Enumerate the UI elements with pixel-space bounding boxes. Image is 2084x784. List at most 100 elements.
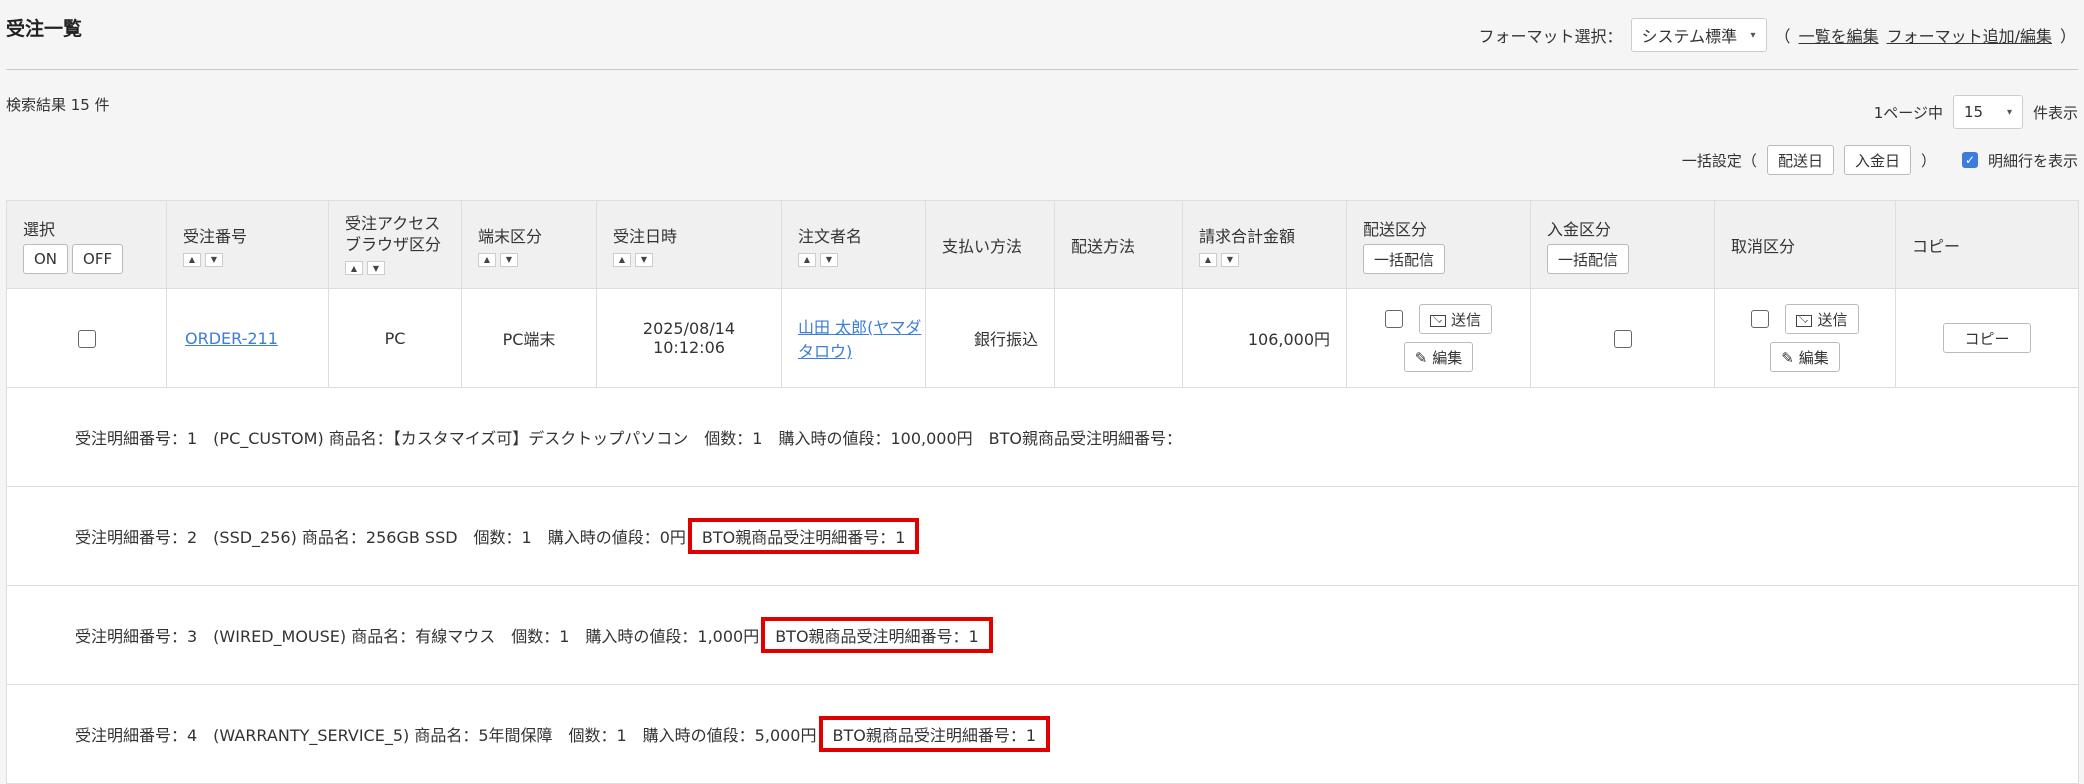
sort-desc-icon[interactable]: ▼: [367, 261, 385, 276]
order-no-cell: ORDER-211: [166, 288, 329, 388]
check-icon: ✓: [1964, 153, 1976, 167]
bulk-pay-date-button[interactable]: 入金日: [1843, 145, 1911, 175]
table-row: ORDER-211 PC PC端末 2025/08/14 10:12:06 山田…: [6, 288, 2079, 388]
ship-bulk-send-button[interactable]: 一括配信: [1363, 243, 1446, 274]
select-off-button[interactable]: OFF: [72, 243, 124, 274]
cancel-status-checkbox[interactable]: [1751, 310, 1770, 328]
pencil-icon: ✎: [1781, 349, 1794, 367]
pay-status-checkbox[interactable]: [1613, 329, 1632, 348]
ship-edit-label: 編集: [1432, 349, 1463, 367]
edit-list-link[interactable]: 一覧を編集: [1799, 23, 1879, 47]
format-label: フォーマット選択：: [1478, 27, 1623, 46]
row-select-checkbox[interactable]: [77, 329, 96, 348]
add-edit-format-link[interactable]: フォーマット追加/編集: [1887, 23, 2052, 47]
bulk-ship-date-button[interactable]: 配送日: [1766, 145, 1834, 175]
order-time: 10:12:06: [653, 338, 725, 357]
chevron-down-icon: ▾: [1750, 29, 1756, 41]
col-access-browser-label: 受注アクセス ブラウザ区分: [345, 213, 442, 254]
total-cell: 106,000円: [1182, 288, 1347, 388]
cancel-edit-label: 編集: [1798, 349, 1829, 367]
col-pay-status: 入金区分 一括配信: [1530, 200, 1715, 289]
bulk-settings: 一括設定（ 配送日 入金日 ） ✓ 明細行を表示: [1682, 145, 2078, 175]
per-page-select[interactable]: 15 ▾: [1952, 95, 2023, 129]
sort-desc-icon[interactable]: ▼: [500, 252, 518, 267]
col-cancel-status: 取消区分: [1714, 200, 1896, 289]
col-copy: コピー: [1895, 200, 2079, 289]
cancel-status-cell: 送信 ✎ 編集: [1714, 288, 1896, 388]
col-select: 選択 ON OFF: [6, 200, 167, 289]
sort-asc-icon[interactable]: ▲: [1199, 252, 1217, 267]
delivery-cell: [1054, 288, 1183, 388]
col-order-no-label: 受注番号: [183, 226, 248, 246]
payment-cell: 銀行振込: [925, 288, 1055, 388]
col-device-label: 端末区分: [478, 226, 543, 246]
format-select[interactable]: システム標準 ▾: [1630, 18, 1767, 52]
ship-send-button[interactable]: 送信: [1418, 304, 1492, 334]
col-customer: 注文者名 ▲ ▼: [781, 200, 926, 289]
col-ship-status-label: 配送区分: [1363, 219, 1428, 239]
copy-cell: コピー: [1895, 288, 2079, 388]
sort-asc-icon[interactable]: ▲: [798, 252, 816, 267]
sort-asc-icon[interactable]: ▲: [345, 261, 363, 276]
detail-cell: 受注明細番号：4 (WARRANTY_SERVICE_5) 商品名：5年間保障 …: [6, 684, 2079, 784]
detail-cell: 受注明細番号：2 (SSD_256) 商品名：256GB SSD 個数：1 購入…: [6, 486, 2079, 586]
page-title: 受注一覧: [6, 18, 83, 40]
detail-text: 受注明細番号：2 (SSD_256) 商品名：256GB SSD 個数：1 購入…: [75, 528, 686, 547]
col-total: 請求合計金額 ▲ ▼: [1182, 200, 1347, 289]
detail-text: 受注明細番号：1 (PC_CUSTOM) 商品名：【カスタマイズ可】デスクトップ…: [75, 429, 1182, 448]
paren-open: （: [1774, 27, 1791, 46]
detail-text: 受注明細番号：3 (WIRED_MOUSE) 商品名：有線マウス 個数：1 購入…: [75, 627, 760, 646]
col-order-date-label: 受注日時: [613, 226, 678, 246]
copy-button[interactable]: コピー: [1943, 323, 2031, 353]
col-order-no: 受注番号 ▲ ▼: [166, 200, 329, 289]
col-ship-status: 配送区分 一括配信: [1346, 200, 1531, 289]
sort-asc-icon[interactable]: ▲: [478, 252, 496, 267]
detail-row: 受注明細番号：1 (PC_CUSTOM) 商品名：【カスタマイズ可】デスクトップ…: [6, 387, 2079, 487]
detail-row: 受注明細番号：4 (WARRANTY_SERVICE_5) 商品名：5年間保障 …: [6, 684, 2079, 784]
col-copy-label: コピー: [1912, 236, 1961, 256]
ship-edit-button[interactable]: ✎ 編集: [1403, 342, 1474, 372]
mail-icon: [1429, 314, 1446, 327]
col-payment-label: 支払い方法: [942, 236, 1023, 256]
select-on-button[interactable]: ON: [23, 243, 69, 274]
pay-bulk-send-button[interactable]: 一括配信: [1547, 243, 1630, 274]
col-total-label: 請求合計金額: [1199, 226, 1296, 246]
order-date-cell: 2025/08/14 10:12:06: [596, 288, 782, 388]
sort-asc-icon[interactable]: ▲: [613, 252, 631, 267]
per-page-value: 15: [1963, 103, 1984, 121]
detail-row: 受注明細番号：2 (SSD_256) 商品名：256GB SSD 個数：1 購入…: [6, 486, 2079, 586]
header-divider: [6, 69, 2078, 70]
cancel-send-label: 送信: [1817, 311, 1848, 329]
cancel-edit-button[interactable]: ✎ 編集: [1770, 342, 1840, 372]
sort-desc-icon[interactable]: ▼: [820, 252, 838, 267]
col-delivery-label: 配送方法: [1071, 236, 1136, 256]
sort-desc-icon[interactable]: ▼: [1221, 252, 1239, 267]
detail-cell: 受注明細番号：1 (PC_CUSTOM) 商品名：【カスタマイズ可】デスクトップ…: [6, 387, 2079, 487]
cancel-send-button[interactable]: 送信: [1785, 304, 1859, 334]
sort-asc-icon[interactable]: ▲: [183, 252, 201, 267]
detail-text: 受注明細番号：4 (WARRANTY_SERVICE_5) 商品名：5年間保障 …: [75, 726, 817, 745]
col-access-browser: 受注アクセス ブラウザ区分 ▲ ▼: [328, 200, 462, 289]
pay-status-cell: [1530, 288, 1715, 388]
col-cancel-status-label: 取消区分: [1731, 236, 1796, 256]
order-table: 選択 ON OFF 受注番号 ▲ ▼ 受注アクセス ブラウザ区分 ▲ ▼ 端末区分 …: [6, 200, 2079, 784]
pencil-icon: ✎: [1414, 349, 1428, 367]
bulk-label: 一括設定（: [1681, 151, 1757, 170]
customer-link[interactable]: 山田 太郎(ヤマダ タロウ): [798, 318, 921, 361]
customer-cell: 山田 太郎(ヤマダ タロウ): [781, 288, 926, 388]
show-detail-checkbox[interactable]: ✓: [1961, 152, 1978, 168]
sort-desc-icon[interactable]: ▼: [635, 252, 653, 267]
bulk-close: ）: [1920, 151, 1936, 170]
col-device: 端末区分 ▲ ▼: [461, 200, 597, 289]
sort-desc-icon[interactable]: ▼: [205, 252, 223, 267]
bto-parent-highlight: BTO親商品受注明細番号：1: [761, 617, 993, 653]
bto-parent-highlight: BTO親商品受注明細番号：1: [687, 518, 920, 554]
col-select-label: 選択: [23, 219, 56, 239]
per-page-suffix: 件表示: [2032, 103, 2078, 122]
order-no-link[interactable]: ORDER-211: [185, 329, 278, 348]
col-pay-status-label: 入金区分: [1547, 219, 1612, 239]
ship-status-checkbox[interactable]: [1384, 310, 1403, 328]
format-selector-bar: フォーマット選択： システム標準 ▾ （ 一覧を編集 フォーマット追加/編集 ）: [1479, 18, 2076, 52]
bto-parent-highlight: BTO親商品受注明細番号：1: [818, 716, 1051, 752]
format-select-value: システム標準: [1641, 27, 1738, 46]
